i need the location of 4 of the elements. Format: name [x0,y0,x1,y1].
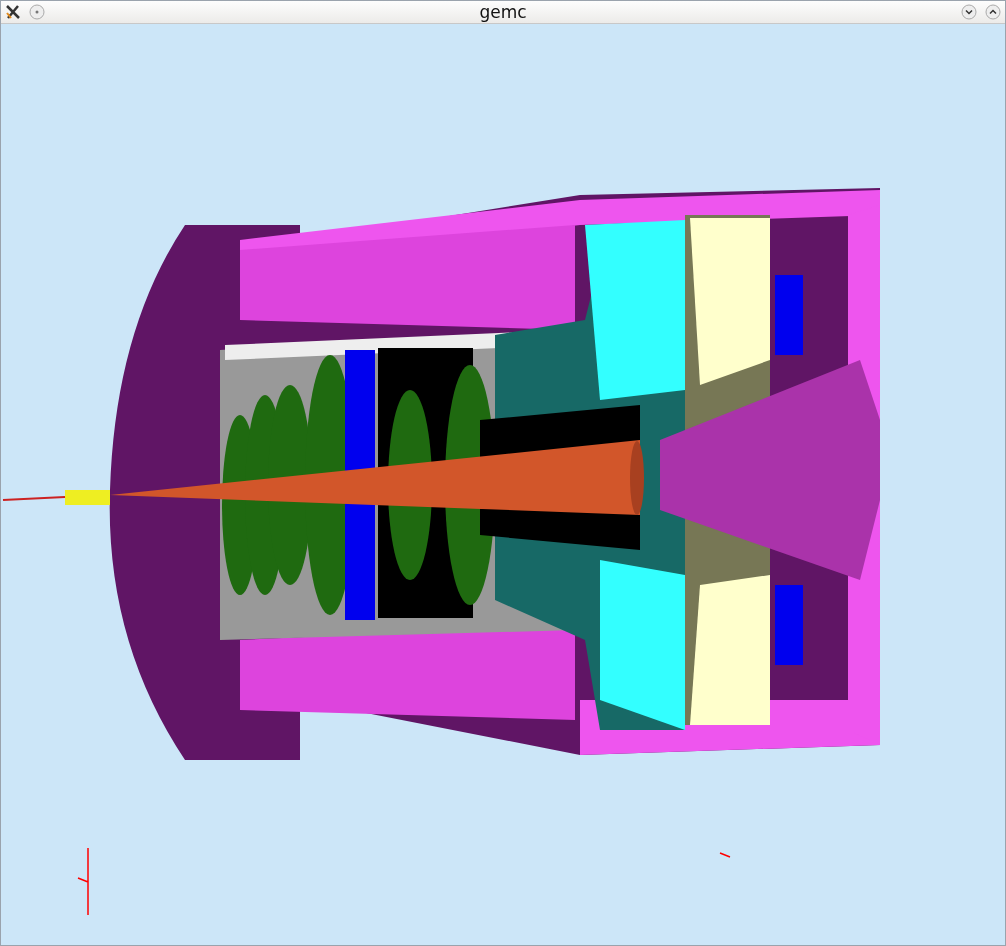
window-title: gemc [479,0,527,24]
maximize-button[interactable] [985,4,1001,20]
app-logo-icon [5,4,21,20]
minimize-button[interactable] [961,4,977,20]
